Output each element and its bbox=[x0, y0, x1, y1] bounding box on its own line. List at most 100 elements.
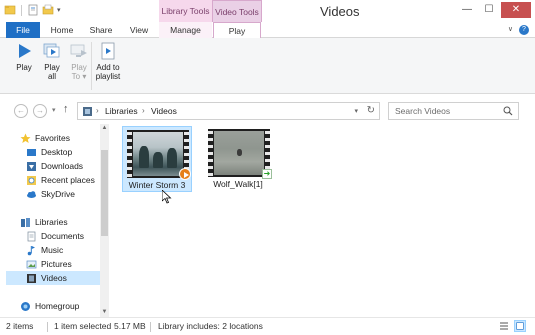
tab-file[interactable]: File bbox=[6, 22, 40, 38]
breadcrumb-videos[interactable]: Videos bbox=[151, 106, 177, 116]
scrollbar-thumb[interactable] bbox=[101, 150, 108, 236]
play-button-label: Play bbox=[16, 63, 32, 72]
media-player-badge-icon bbox=[179, 168, 191, 180]
scroll-down-icon[interactable]: ▼ bbox=[100, 308, 109, 317]
tab-share[interactable]: Share bbox=[84, 22, 118, 38]
sidebar-item-libraries[interactable]: Libraries bbox=[20, 215, 68, 229]
new-folder-icon[interactable] bbox=[42, 4, 54, 16]
ribbon-tabs: File Home Share View Manage Play ∨ ? bbox=[0, 22, 535, 39]
refresh-icon[interactable]: ↻ bbox=[367, 105, 375, 116]
video-thumbnail: ➜ bbox=[208, 129, 272, 179]
title-bar: ▾ Library Tools Video Tools Videos — ☐ ✕ bbox=[0, 0, 535, 22]
file-item-winter-storm-3[interactable]: Winter Storm 3 bbox=[122, 126, 192, 192]
play-to-button[interactable]: Play To ▾ bbox=[64, 42, 94, 81]
selection-size: 5.17 MB bbox=[114, 321, 146, 331]
maximize-button[interactable]: ☐ bbox=[479, 2, 499, 18]
sidebar-item-downloads[interactable]: Downloads bbox=[26, 159, 83, 173]
sidebar-item-label: Pictures bbox=[41, 259, 72, 269]
tree-shape bbox=[153, 152, 163, 168]
mouse-cursor-icon bbox=[162, 190, 172, 204]
sidebar-item-skydrive[interactable]: SkyDrive bbox=[26, 187, 75, 201]
up-button[interactable]: ↑ bbox=[63, 103, 69, 115]
sidebar-item-videos[interactable]: Videos bbox=[6, 271, 100, 285]
quick-access-toolbar: ▾ bbox=[4, 4, 61, 16]
file-item-wolf-walk[interactable]: ➜ Wolf_Walk[1] bbox=[204, 126, 274, 192]
play-all-icon bbox=[43, 43, 60, 58]
add-to-playlist-button[interactable]: Add to playlist bbox=[93, 42, 123, 81]
sidebar-item-documents[interactable]: Documents bbox=[26, 229, 84, 243]
address-dropdown-icon[interactable]: ▾ bbox=[354, 107, 358, 115]
file-list-view: Winter Storm 3 ➜ Wolf_Walk[1] bbox=[112, 124, 524, 317]
properties-icon[interactable] bbox=[27, 4, 39, 16]
sidebar-item-label: Libraries bbox=[35, 217, 68, 227]
ribbon-group-separator bbox=[91, 42, 92, 90]
back-button[interactable]: ← bbox=[14, 104, 28, 118]
details-view-icon[interactable] bbox=[498, 320, 510, 332]
tree-shape bbox=[167, 148, 177, 168]
close-button[interactable]: ✕ bbox=[501, 2, 531, 18]
shortcut-arrow-icon: ➜ bbox=[262, 169, 272, 179]
sidebar-item-desktop[interactable]: Desktop bbox=[26, 145, 72, 159]
minimize-button[interactable]: — bbox=[457, 2, 477, 18]
pictures-icon bbox=[26, 260, 37, 268]
sidebar-item-music[interactable]: Music bbox=[26, 243, 63, 257]
recent-places-icon bbox=[27, 175, 36, 185]
play-to-label-line1: Play bbox=[71, 63, 87, 72]
play-to-icon bbox=[70, 44, 87, 57]
tab-home[interactable]: Home bbox=[44, 22, 80, 38]
tree-shape bbox=[139, 146, 149, 168]
play-button[interactable]: Play bbox=[9, 42, 39, 72]
navigation-bar: ← → ▾ ↑ › Libraries › Videos ▾ ↻ Search … bbox=[0, 100, 535, 122]
ribbon-collapse-icon[interactable]: ∨ bbox=[508, 25, 513, 33]
sidebar-item-pictures[interactable]: Pictures bbox=[26, 257, 72, 271]
sidebar-item-recent-places[interactable]: Recent places bbox=[26, 173, 95, 187]
sidebar-item-label: Desktop bbox=[41, 147, 73, 157]
search-icon[interactable] bbox=[503, 106, 513, 116]
breadcrumb-libraries[interactable]: Libraries bbox=[105, 106, 138, 116]
scroll-up-icon[interactable]: ▲ bbox=[100, 124, 109, 133]
play-icon bbox=[19, 44, 31, 58]
qat-dropdown-icon[interactable]: ▾ bbox=[57, 6, 61, 14]
desktop-icon bbox=[27, 148, 36, 156]
sidebar-item-favorites[interactable]: Favorites bbox=[20, 131, 70, 145]
thumbnail-frame bbox=[214, 131, 264, 175]
address-bar[interactable]: › Libraries › Videos ▾ ↻ bbox=[77, 102, 380, 120]
qat-separator bbox=[21, 4, 22, 16]
music-icon bbox=[27, 245, 35, 255]
selection-count: 1 item selected bbox=[54, 321, 112, 331]
thumbnail-frame bbox=[133, 132, 183, 176]
play-all-button[interactable]: Play all bbox=[37, 42, 67, 81]
sidebar-item-label: Recent places bbox=[41, 175, 95, 185]
tab-view[interactable]: View bbox=[124, 22, 154, 38]
tab-manage[interactable]: Manage bbox=[159, 22, 212, 38]
file-name: Winter Storm 3 bbox=[128, 180, 186, 190]
video-thumbnail bbox=[127, 130, 191, 180]
status-bar: 2 items 1 item selected 5.17 MB Library … bbox=[0, 317, 535, 335]
forward-button[interactable]: → bbox=[33, 104, 47, 118]
large-icons-view-icon[interactable] bbox=[514, 320, 526, 332]
sidebar-item-label: Downloads bbox=[41, 161, 84, 171]
skydrive-icon bbox=[27, 190, 36, 198]
window-controls: — ☐ ✕ bbox=[457, 2, 531, 18]
wolf-shape bbox=[237, 149, 242, 156]
videos-icon bbox=[27, 273, 36, 283]
app-folder-icon[interactable] bbox=[4, 4, 16, 16]
add-to-playlist-label-line1: Add to bbox=[96, 63, 120, 72]
breadcrumb-separator: › bbox=[142, 106, 145, 115]
downloads-icon bbox=[27, 161, 36, 171]
window-title: Videos bbox=[320, 4, 360, 19]
contextual-tab-groups: Library Tools Video Tools bbox=[159, 0, 262, 22]
sidebar-item-label: SkyDrive bbox=[41, 189, 76, 199]
search-box[interactable]: Search Videos bbox=[388, 102, 519, 120]
help-icon[interactable]: ? bbox=[519, 25, 529, 35]
sidebar-item-label: Videos bbox=[41, 273, 67, 283]
play-all-label-line1: Play bbox=[44, 63, 60, 72]
status-separator bbox=[150, 322, 151, 332]
status-separator bbox=[47, 322, 48, 332]
recent-locations-dropdown-icon[interactable]: ▾ bbox=[52, 106, 56, 114]
tab-play[interactable]: Play bbox=[213, 22, 261, 39]
film-strip-left bbox=[127, 130, 132, 178]
search-placeholder: Search Videos bbox=[395, 106, 451, 116]
sidebar-item-homegroup[interactable]: Homegroup bbox=[20, 299, 79, 313]
navigation-pane-scrollbar[interactable]: ▲ ▼ bbox=[100, 124, 109, 317]
